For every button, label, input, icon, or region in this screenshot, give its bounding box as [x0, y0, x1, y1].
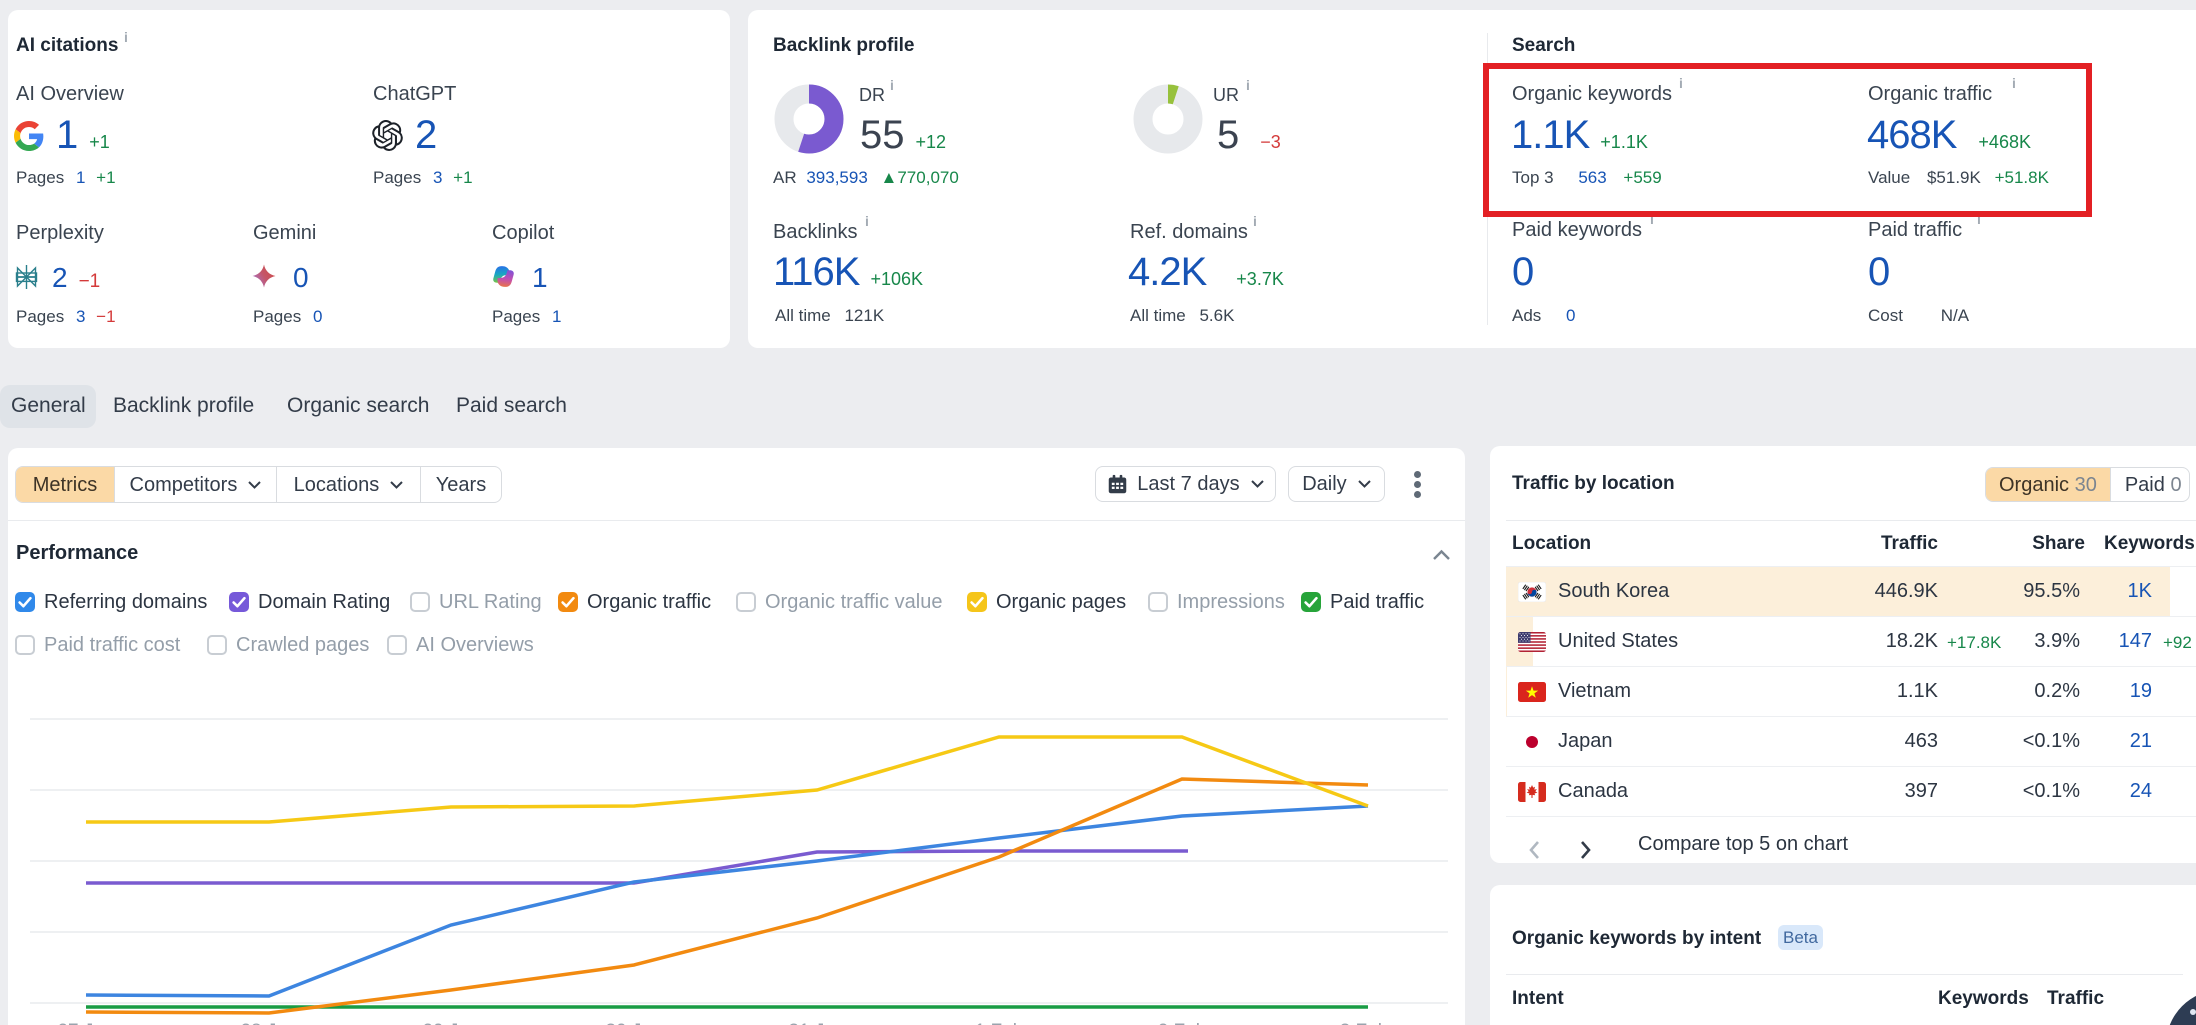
- svg-text:31 Jan: 31 Jan: [788, 1021, 845, 1025]
- svg-text:30 Jan: 30 Jan: [605, 1021, 662, 1025]
- svg-text:28 Jan: 28 Jan: [240, 1021, 297, 1025]
- svg-text:1 Feb: 1 Feb: [975, 1021, 1024, 1025]
- svg-text:2 Feb: 2 Feb: [1158, 1021, 1207, 1025]
- svg-text:29 Jan: 29 Jan: [422, 1021, 479, 1025]
- svg-text:27 Jan: 27 Jan: [57, 1021, 114, 1025]
- svg-text:3 Feb: 3 Feb: [1340, 1021, 1389, 1025]
